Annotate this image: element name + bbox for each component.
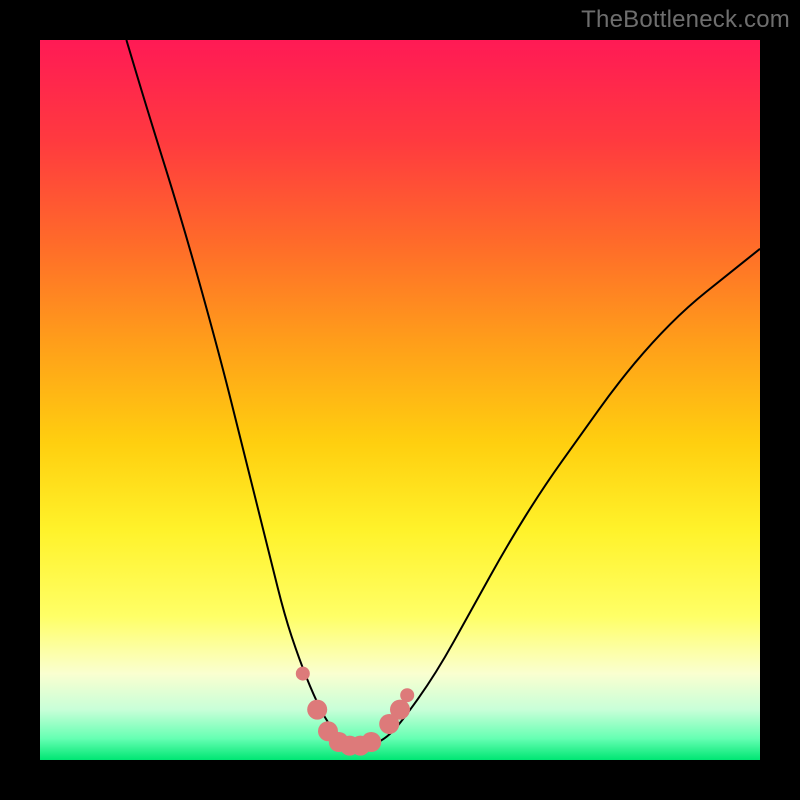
marker-dot [307, 700, 327, 720]
bottleneck-curve [126, 40, 760, 746]
chart-frame: TheBottleneck.com [0, 0, 800, 800]
curve-layer [40, 40, 760, 760]
marker-dot [400, 688, 414, 702]
marker-dot [296, 667, 310, 681]
marker-dot [361, 732, 381, 752]
marker-dot [390, 700, 410, 720]
plot-area [40, 40, 760, 760]
watermark-text: TheBottleneck.com [581, 6, 790, 34]
highlight-dots [296, 667, 414, 756]
